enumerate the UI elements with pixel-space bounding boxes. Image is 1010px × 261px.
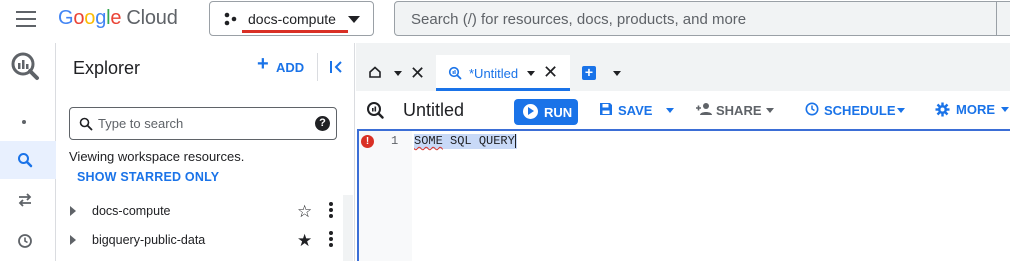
text-cursor [514, 134, 516, 148]
add-label: ADD [276, 60, 305, 75]
save-button[interactable]: SAVE [599, 103, 694, 119]
home-icon[interactable] [368, 65, 382, 79]
search-placeholder: Search (/) for resources, docs, products… [411, 11, 747, 28]
rail-item-history[interactable] [0, 221, 56, 259]
annotation-underline [242, 30, 348, 33]
rail-item-bigquery[interactable] [0, 43, 56, 81]
tab-untitled[interactable]: *Untitled ✕ [436, 55, 570, 91]
share-button[interactable]: SHARE [696, 103, 786, 119]
plus-icon: + [257, 53, 269, 75]
rail-item-transfers[interactable] [0, 181, 56, 219]
more-button[interactable]: MORE [935, 102, 1010, 118]
more-vert-icon[interactable] [323, 201, 339, 221]
query-toolbar: Untitled RUN SAVE SHARE SCHEDULE MORE [356, 91, 1010, 129]
clock-icon [805, 102, 819, 116]
code-text: SQL QUERY [442, 134, 515, 149]
run-button[interactable]: RUN [514, 99, 578, 125]
tree-item-label: bigquery-public-data [92, 233, 206, 247]
schedule-label: SCHEDULE [824, 103, 896, 118]
top-bar: Google Cloud docs-compute Search (/) for … [0, 0, 1010, 40]
tab-label: *Untitled [469, 66, 519, 81]
chevron-down-icon [666, 108, 674, 113]
close-icon[interactable]: ✕ [410, 63, 425, 84]
chevron-down-icon [1001, 107, 1009, 112]
search-divider [996, 2, 997, 35]
viewing-resources-text: Viewing workspace resources. [69, 149, 245, 164]
close-icon[interactable]: ✕ [543, 62, 558, 83]
line-number: 1 [391, 134, 399, 148]
chevron-down-icon[interactable] [394, 71, 402, 76]
expand-arrow-icon[interactable] [70, 206, 76, 216]
gear-icon [935, 102, 950, 117]
play-icon [523, 104, 538, 119]
bigquery-logo-icon [11, 52, 39, 80]
tree-item-docs-compute[interactable]: docs-compute ☆ [57, 197, 355, 226]
project-name: docs-compute [248, 11, 336, 27]
chevron-down-icon [897, 108, 905, 113]
schedule-button[interactable]: SCHEDULE [805, 102, 915, 119]
history-icon [18, 234, 32, 248]
chevron-down-icon [348, 16, 360, 23]
transfers-icon [18, 193, 32, 207]
code-error-token: SOME [414, 134, 443, 149]
explorer-title: Explorer [73, 58, 141, 78]
chevron-down-icon[interactable] [527, 71, 535, 76]
rail-item-dot[interactable] [0, 103, 56, 141]
share-label: SHARE [716, 103, 762, 118]
editor-tab-bar: ✕ *Untitled ✕ + [356, 43, 1010, 91]
explorer-search-input[interactable]: Type to search ? [69, 107, 337, 140]
help-icon[interactable]: ? [315, 116, 330, 131]
explorer-panel: Explorer + ADD Type to search ? Viewing … [57, 43, 355, 261]
code-line[interactable]: SOME SQL QUERY [414, 134, 517, 149]
google-cloud-logo[interactable]: Google Cloud [58, 7, 178, 30]
new-tab-icon[interactable]: + [582, 65, 596, 80]
error-icon[interactable]: ! [361, 135, 374, 148]
chevron-down-icon[interactable] [613, 71, 621, 76]
explorer-search-placeholder: Type to search [98, 116, 184, 131]
more-label: MORE [956, 102, 995, 117]
share-add-person-icon [696, 103, 712, 115]
editor-gutter: ! 1 [359, 131, 412, 261]
search-icon [18, 153, 33, 168]
left-rail [0, 43, 56, 261]
query-icon [367, 102, 384, 119]
rail-item-search[interactable] [0, 141, 56, 179]
star-filled-icon[interactable]: ★ [297, 231, 312, 251]
main-menu-icon[interactable] [16, 11, 36, 27]
expand-arrow-icon[interactable] [70, 235, 76, 245]
collapse-panel-icon[interactable] [329, 59, 345, 75]
run-label: RUN [544, 105, 573, 120]
tree-item-label: docs-compute [92, 204, 171, 218]
more-vert-icon[interactable] [323, 230, 339, 250]
dot-icon [22, 120, 26, 124]
query-icon [448, 66, 462, 80]
project-hub-icon [224, 12, 237, 26]
project-picker[interactable]: docs-compute [209, 1, 374, 36]
save-label: SAVE [618, 103, 653, 118]
show-starred-only-link[interactable]: SHOW STARRED ONLY [77, 170, 219, 184]
save-icon [600, 103, 612, 115]
sql-editor[interactable]: ! 1 SOME SQL QUERY [357, 129, 1010, 261]
search-icon [79, 117, 93, 131]
star-outline-icon[interactable]: ☆ [297, 202, 312, 222]
tree-item-bigquery-public-data[interactable]: bigquery-public-data ★ [57, 226, 355, 255]
chevron-down-icon [766, 108, 774, 113]
global-search-input[interactable]: Search (/) for resources, docs, products… [394, 1, 1010, 36]
query-title: Untitled [403, 100, 465, 120]
explorer-divider [317, 53, 318, 81]
explorer-scrollbar[interactable] [343, 195, 353, 261]
